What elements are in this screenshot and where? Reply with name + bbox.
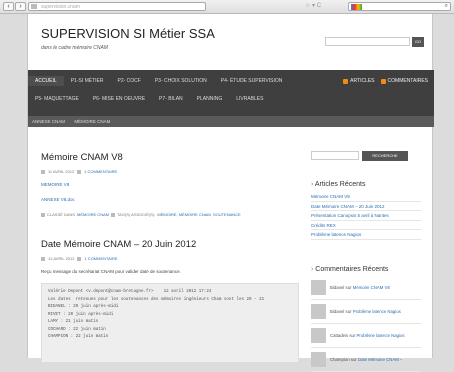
- menu-item-p4[interactable]: P4- ÉTUDE SUPERVISION: [214, 76, 290, 86]
- recent-comments-title: Commentaires Récents: [311, 266, 388, 273]
- back-button[interactable]: ‹: [3, 2, 14, 11]
- comment-post-link[interactable]: Problème latence Nagios: [353, 309, 401, 314]
- recent-post-link[interactable]: Date Mémoire CNAM – 20 Juin 2012: [311, 202, 421, 211]
- recent-posts-title: Articles Récents: [311, 181, 366, 188]
- address-bar[interactable]: supervision.cnam: [28, 2, 206, 11]
- comment-post-link[interactable]: Mémoire CNAM V8: [353, 285, 390, 290]
- post-excerpt: Reçu message du secrétariat CNAM pour va…: [41, 269, 181, 274]
- comment-item: Cattadeis sur Problème latence Nagios: [311, 324, 421, 348]
- comment-item: Bidanel sur Mémoire CNAM V8: [311, 276, 421, 300]
- avatar: [311, 304, 326, 319]
- header-search-input[interactable]: [325, 37, 410, 46]
- bookmark-star-icon[interactable]: ☆ ▾ C: [305, 2, 321, 9]
- avatar: [311, 352, 326, 367]
- sidebar-search-input[interactable]: [311, 151, 359, 160]
- attachment-link[interactable]: MEMOIRE V8: [41, 182, 299, 187]
- comment-item: Champion sur Date Mémoire CNAM –: [311, 348, 421, 372]
- folder-icon: [41, 212, 45, 217]
- comments-link[interactable]: 1 COMMENTAIRE: [84, 256, 117, 261]
- browser-search-field[interactable]: ⌕: [348, 2, 451, 11]
- menu-item-livrables[interactable]: LIVRABLES: [229, 94, 270, 104]
- rss-icon: [343, 78, 349, 84]
- menu-item-p1[interactable]: P1-SI MÉTIER: [64, 76, 111, 86]
- post-title[interactable]: Date Mémoire CNAM – 20 Juin 2012: [41, 239, 299, 250]
- post-categories: CLASSÉ DANS MÉMOIRE CNAM TAG(S) ASSOCIÉ(…: [41, 212, 299, 217]
- post-date: 11 AVRIL 2012: [48, 169, 75, 174]
- menu-item-planning[interactable]: PLANNING: [190, 94, 230, 104]
- sidebar-search-button[interactable]: RECHERCHE: [362, 151, 408, 161]
- post-meta: 12 AVRIL 2012 1 COMMENTAIRE: [41, 256, 299, 261]
- comment-item: Bidanel sur Problème latence Nagios: [311, 300, 421, 324]
- recent-post-link[interactable]: Mémoire CNAM V8: [311, 192, 421, 202]
- attachment-link[interactable]: ANNEXE V8.doc: [41, 197, 299, 202]
- feed-articles-link[interactable]: ARTICLES: [343, 76, 375, 86]
- feed-comments-link[interactable]: COMMENTAIRES: [380, 76, 428, 86]
- menu-item-p2[interactable]: P2- COCF: [110, 76, 147, 86]
- post-meta: 11 AVRIL 2012 1 COMMENTAIRE: [41, 169, 299, 174]
- tags-link[interactable]: MÉMOIRE, MÉMOIRE CNAM, SOUTENANCE: [157, 212, 240, 217]
- quoted-email: Valérie Depont <v.depont@cnam-bretagne.f…: [41, 283, 299, 363]
- avatar: [311, 280, 326, 295]
- sub-navigation: ANNEXE CNAM MÉMOIRE CNAM: [28, 116, 434, 127]
- magnifier-icon[interactable]: ⌕: [445, 3, 448, 10]
- content-column: Mémoire CNAM V8 11 AVRIL 2012 1 COMMENTA…: [41, 152, 299, 363]
- recent-post-link[interactable]: Crédits REX: [311, 221, 421, 230]
- calendar-icon: [41, 169, 45, 174]
- comments-link[interactable]: 1 COMMENTAIRE: [84, 169, 117, 174]
- recent-post-link[interactable]: Présentation Canopsis 5 avril à Nantes: [311, 211, 421, 221]
- browser-toolbar: ‹ › supervision.cnam ☆ ▾ C ⌕: [0, 0, 454, 14]
- google-icon: [351, 4, 362, 10]
- rss-icon: [380, 78, 386, 84]
- menu-item-p5[interactable]: P5- MAQUETTAGE: [28, 94, 86, 104]
- menu-item-p6[interactable]: P6- MISE EN OEUVRE: [86, 94, 152, 104]
- url-text: supervision.cnam: [41, 4, 80, 10]
- header-search-button[interactable]: GO: [412, 37, 424, 47]
- main-navigation: ACCUEIL P1-SI MÉTIER P2- COCF P3- CHOIX …: [28, 70, 434, 116]
- menu-item-p3[interactable]: P3- CHOIX SOLUTION: [148, 76, 214, 86]
- menu-item-p7[interactable]: P7- BILAN: [152, 94, 190, 104]
- comment-post-link[interactable]: Problème latence Nagios: [357, 333, 405, 338]
- tag-icon: [111, 212, 116, 217]
- recent-posts-list: Mémoire CNAM V8 Date Mémoire CNAM – 20 J…: [311, 192, 421, 240]
- recent-post-link[interactable]: Problème latence Nagios: [311, 230, 421, 240]
- post-date: 12 AVRIL 2012: [48, 256, 75, 261]
- post-title[interactable]: Mémoire CNAM V8: [41, 152, 299, 163]
- favicon-icon: [31, 4, 37, 9]
- menu-item-accueil[interactable]: ACCUEIL: [28, 76, 64, 86]
- calendar-icon: [41, 256, 45, 261]
- sub-item-annexe[interactable]: ANNEXE CNAM: [28, 116, 69, 127]
- site-description: dans le cadre mémoire CNAM: [41, 45, 108, 51]
- page: SUPERVISION SI Métier SSA dans le cadre …: [27, 14, 434, 372]
- category-link[interactable]: MÉMOIRE CNAM: [77, 212, 109, 217]
- site-title[interactable]: SUPERVISION SI Métier SSA: [41, 26, 215, 41]
- avatar: [311, 328, 326, 343]
- sub-item-memoire[interactable]: MÉMOIRE CNAM: [70, 116, 114, 127]
- comment-icon: [77, 256, 82, 261]
- forward-button[interactable]: ›: [15, 2, 26, 11]
- comment-icon: [77, 169, 82, 174]
